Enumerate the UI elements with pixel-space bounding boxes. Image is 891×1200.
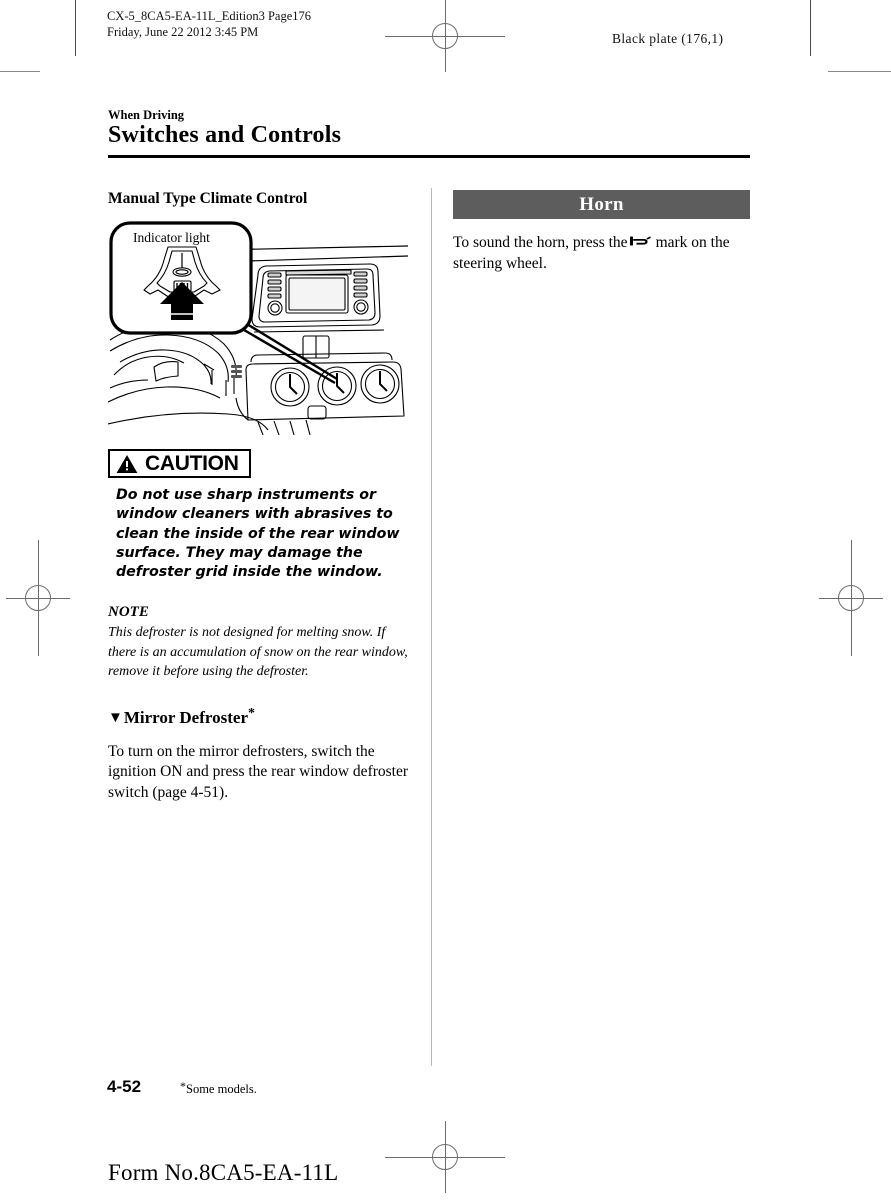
mirror-defroster-heading: ▼ Mirror Defroster * bbox=[108, 705, 408, 728]
mirror-defroster-body: To turn on the mirror defrosters, switch… bbox=[108, 742, 409, 801]
column-divider bbox=[431, 188, 432, 1066]
crop-mark-right-upper bbox=[828, 71, 891, 72]
footnote-asterisk: * bbox=[180, 1079, 186, 1093]
mirror-defroster-title: Mirror Defroster bbox=[123, 707, 248, 727]
horn-section-bar: Horn bbox=[453, 190, 750, 219]
registration-hline-bottom bbox=[385, 1157, 505, 1158]
triangle-down-icon: ▼ bbox=[108, 709, 123, 726]
crop-mark-top-left bbox=[75, 0, 76, 56]
horn-body-before: To sound the horn, press the bbox=[453, 234, 628, 251]
figure-callout-label: Indicator light bbox=[133, 230, 210, 245]
crop-mark-left-upper bbox=[0, 71, 40, 72]
caution-label: CAUTION bbox=[145, 452, 239, 475]
subsection-title: Manual Type Climate Control bbox=[108, 190, 308, 207]
horn-mark-icon bbox=[629, 236, 651, 246]
running-head: When Driving bbox=[108, 108, 185, 122]
page-title: Switches and Controls bbox=[108, 122, 342, 148]
registration-hline-left bbox=[6, 598, 70, 599]
form-number: Form No.8CA5-EA-11L bbox=[108, 1160, 339, 1185]
horn-section-title: Horn bbox=[579, 193, 624, 215]
black-plate-label: Black plate (176,1) bbox=[612, 31, 724, 46]
right-column: Horn To sound the horn, press the mark o… bbox=[453, 190, 750, 274]
warning-triangle-icon bbox=[116, 454, 138, 473]
crop-mark-top-right bbox=[810, 0, 811, 56]
header-rule bbox=[108, 155, 750, 158]
caution-badge: CAUTION bbox=[108, 449, 251, 478]
footnote: *Some models. bbox=[180, 1079, 257, 1097]
note-label: NOTE bbox=[108, 604, 149, 621]
dashboard-illustration-svg: Indicator light bbox=[108, 221, 408, 435]
left-column: Manual Type Climate Control Indicator li… bbox=[108, 190, 408, 803]
print-slug: CX-5_8CA5-EA-11L_Edition3 Page176 Friday… bbox=[107, 9, 312, 39]
horn-body-paragraph: To sound the horn, press the mark on the… bbox=[453, 233, 748, 274]
caution-text: Do not use sharp instruments or window c… bbox=[116, 487, 400, 581]
note-text: This defroster is not designed for melti… bbox=[108, 625, 408, 680]
climate-control-figure: Indicator light Indicator light bbox=[108, 220, 408, 435]
footnote-text: Some models. bbox=[186, 1082, 257, 1096]
registration-hline-right bbox=[819, 598, 883, 599]
registration-hline-top bbox=[385, 36, 505, 37]
mirror-defroster-asterisk: * bbox=[248, 705, 255, 721]
page-number: 4-52 bbox=[107, 1077, 142, 1096]
